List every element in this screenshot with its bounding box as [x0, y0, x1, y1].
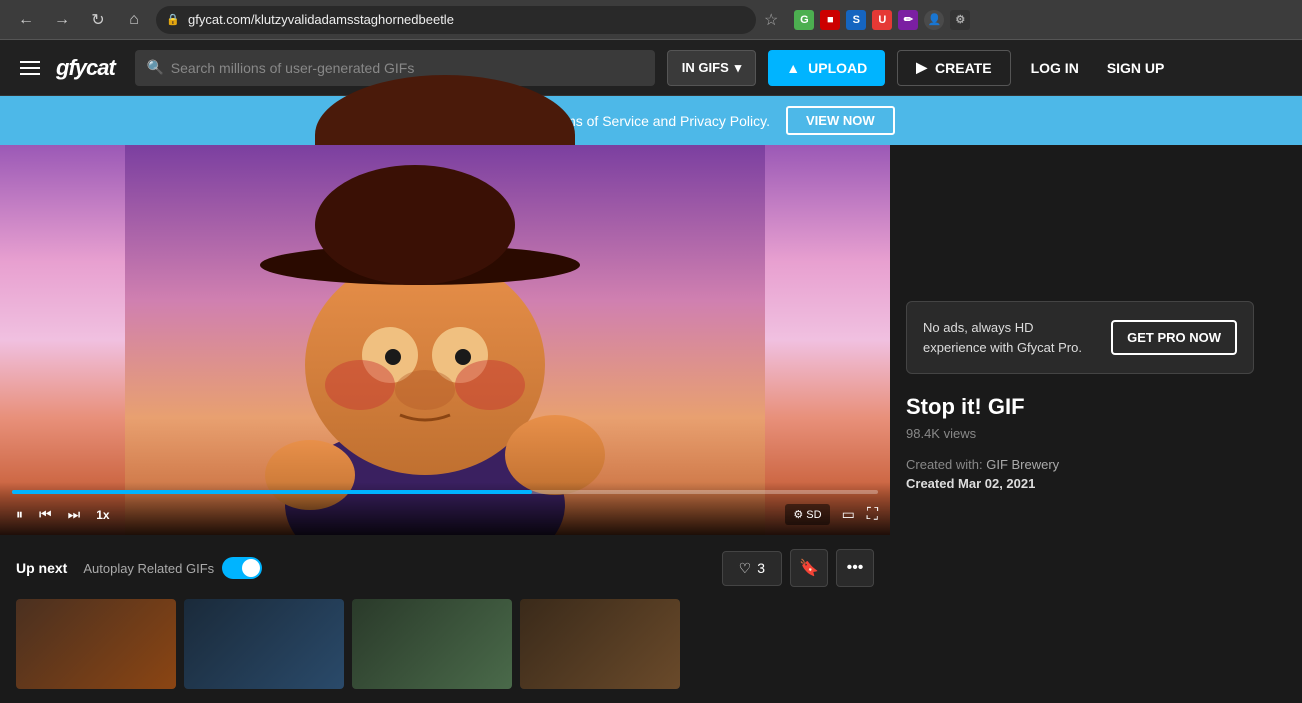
created-with-label: Created with: — [906, 457, 983, 472]
speed-button[interactable]: 1x — [92, 506, 113, 524]
address-bar[interactable] — [156, 6, 756, 34]
bookmark-icon: 🔖 — [799, 558, 819, 578]
search-icon: 🔍 — [147, 59, 164, 76]
main-content: ⏸ ⏮ ⏭ 1x ⚙ SD ▭ ⛶ — [0, 145, 1302, 703]
upload-button[interactable]: ▲ UPLOAD — [768, 50, 885, 86]
quality-button[interactable]: ⚙ SD — [785, 504, 829, 525]
thumbnail-3[interactable] — [352, 599, 512, 689]
lock-icon: 🔒 — [166, 13, 180, 26]
browser-extensions: G ■ S U ✏ 👤 ⚙ — [794, 10, 970, 30]
pro-banner-text: No ads, always HD experience with Gfycat… — [923, 318, 1099, 357]
progress-bar[interactable] — [12, 490, 878, 494]
view-now-button[interactable]: VIEW NOW — [786, 106, 895, 135]
ext-icon-4[interactable]: U — [872, 10, 892, 30]
back-button[interactable]: ← — [12, 6, 40, 34]
up-next-left: Up next Autoplay Related GIFs — [16, 557, 262, 579]
settings-btn-wrap: ⚙ SD ▭ ⛶ — [785, 502, 878, 527]
gear-icon: ⚙ — [793, 508, 803, 521]
gif-views: 98.4K views — [906, 426, 1254, 441]
like-button[interactable]: ♡ 3 — [722, 551, 782, 586]
upload-label: UPLOAD — [808, 60, 867, 76]
bookmark-button[interactable]: 🔖 — [790, 549, 828, 587]
autoplay-toggle-wrap: Autoplay Related GIFs — [83, 557, 262, 579]
upload-icon: ▲ — [786, 60, 800, 76]
below-player: Up next Autoplay Related GIFs ♡ 3 🔖 — [0, 535, 890, 703]
home-button[interactable]: ⌂ — [120, 6, 148, 34]
pause-button[interactable]: ⏸ — [12, 502, 27, 527]
reload-button[interactable]: ↻ — [84, 6, 112, 34]
gif-info: Stop it! GIF 98.4K views Created with: G… — [906, 394, 1254, 491]
up-next-row: Up next Autoplay Related GIFs ♡ 3 🔖 — [16, 549, 874, 587]
character-svg — [0, 145, 890, 535]
bookmark-star-icon[interactable]: ☆ — [764, 10, 778, 30]
ext-icon-5[interactable]: ✏ — [898, 10, 918, 30]
forward-button[interactable]: → — [48, 6, 76, 34]
like-count: 3 — [757, 560, 765, 576]
player-section: ⏸ ⏮ ⏭ 1x ⚙ SD ▭ ⛶ — [0, 145, 890, 703]
signup-button[interactable]: SIGN UP — [1099, 60, 1173, 76]
thumbnails-row — [16, 599, 874, 689]
more-options-button[interactable]: ••• — [836, 549, 874, 587]
step-forward-button[interactable]: ⏭ — [64, 502, 85, 527]
video-container: ⏸ ⏮ ⏭ 1x ⚙ SD ▭ ⛶ — [0, 145, 890, 535]
hamburger-button[interactable] — [16, 57, 44, 79]
extensions-icon[interactable]: ⚙ — [950, 10, 970, 30]
gif-title: Stop it! GIF — [906, 394, 1254, 420]
heart-icon: ♡ — [739, 560, 752, 577]
hamburger-line — [20, 73, 40, 75]
ext-icon-1[interactable]: G — [794, 10, 814, 30]
thumbnail-4[interactable] — [520, 599, 680, 689]
hamburger-line — [20, 61, 40, 63]
ellipsis-icon: ••• — [847, 559, 864, 577]
chevron-down-icon: ▾ — [735, 60, 742, 76]
controls-row: ⏸ ⏮ ⏭ 1x ⚙ SD ▭ ⛶ — [12, 502, 878, 527]
fullscreen-button[interactable]: ⛶ — [867, 506, 878, 524]
in-gifs-label: IN GIFS — [682, 60, 729, 75]
browser-chrome: ← → ↻ ⌂ 🔒 ☆ G ■ S U ✏ 👤 ⚙ — [0, 0, 1302, 40]
created-with-link[interactable]: GIF Brewery — [986, 457, 1059, 472]
hamburger-line — [20, 67, 40, 69]
address-bar-wrap: 🔒 — [156, 6, 756, 34]
theater-button[interactable]: ▭ — [838, 502, 859, 527]
created-with: Created with: GIF Brewery — [906, 457, 1254, 472]
action-buttons: ♡ 3 🔖 ••• — [722, 549, 874, 587]
ext-icon-3[interactable]: S — [846, 10, 866, 30]
login-label: LOG IN — [1031, 60, 1079, 76]
ext-icon-2[interactable]: ■ — [820, 10, 840, 30]
video-controls: ⏸ ⏮ ⏭ 1x ⚙ SD ▭ ⛶ — [0, 482, 890, 535]
autoplay-toggle[interactable] — [222, 557, 262, 579]
play-icon: ▶ — [916, 59, 927, 76]
progress-fill — [12, 490, 532, 494]
login-button[interactable]: LOG IN — [1023, 60, 1087, 76]
right-sidebar: No ads, always HD experience with Gfycat… — [890, 145, 1270, 703]
gfycat-logo[interactable]: gfycat — [56, 55, 115, 81]
quality-label: SD — [806, 509, 821, 521]
created-date: Created Mar 02, 2021 — [906, 476, 1254, 491]
create-button[interactable]: ▶ CREATE — [897, 50, 1010, 86]
autoplay-label: Autoplay Related GIFs — [83, 561, 214, 576]
signup-label: SIGN UP — [1107, 60, 1165, 76]
create-label: CREATE — [935, 60, 992, 76]
thumbnail-2[interactable] — [184, 599, 344, 689]
get-pro-button[interactable]: GET PRO NOW — [1111, 320, 1237, 355]
up-next-label: Up next — [16, 560, 67, 576]
step-back-button[interactable]: ⏮ — [35, 502, 56, 527]
thumbnail-1[interactable] — [16, 599, 176, 689]
gif-frame[interactable] — [0, 145, 890, 535]
user-profile-icon[interactable]: 👤 — [924, 10, 944, 30]
pro-banner: No ads, always HD experience with Gfycat… — [906, 301, 1254, 374]
in-gifs-button[interactable]: IN GIFS ▾ — [667, 50, 756, 86]
navbar: gfycat 🔍 IN GIFS ▾ ▲ UPLOAD ▶ CREATE LOG… — [0, 40, 1302, 96]
logo-text: gfycat — [56, 55, 115, 80]
tos-banner: We have updated our Terms of Service and… — [0, 96, 1302, 145]
toggle-knob — [242, 559, 260, 577]
